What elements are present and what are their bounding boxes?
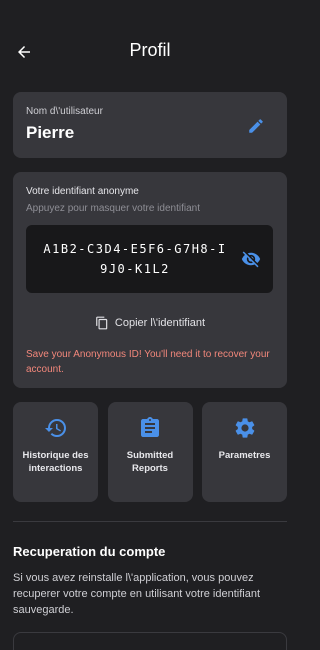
username-value: Pierre xyxy=(26,123,75,142)
tile-history[interactable]: Historique des interactions xyxy=(13,402,98,502)
copy-id-label: Copier l\'identifiant xyxy=(114,317,206,329)
tile-history-label: Historique des interactions xyxy=(22,450,89,474)
anonymous-id-value: A1B2-C3D4-E5F6-G7H8-I9J0-K1L2 xyxy=(43,242,227,276)
tile-submitted-reports[interactable]: Submitted Reports xyxy=(107,402,193,502)
anonymous-id-box[interactable]: A1B2-C3D4-E5F6-G7H8-I9J0-K1L2 xyxy=(26,225,273,293)
anonymous-id-hint: Appuyez pour masquer votre identifiant xyxy=(26,203,200,214)
copy-id-button[interactable]: Copier l\'identifiant xyxy=(13,314,287,332)
shortcut-tiles: Historique des interactions Submitted Re… xyxy=(13,402,287,502)
copy-icon xyxy=(96,316,108,330)
tile-settings-label: Parametres xyxy=(218,450,271,461)
anonymous-id-title: Votre identifiant anonyme xyxy=(26,186,139,197)
edit-username-button[interactable] xyxy=(245,115,267,137)
eye-off-icon xyxy=(241,251,261,268)
history-icon xyxy=(44,419,66,437)
toggle-id-visibility-button[interactable] xyxy=(241,249,261,269)
gear-icon xyxy=(235,418,254,438)
app-header: Profil xyxy=(0,0,300,100)
page-title: Profil xyxy=(129,40,171,60)
pencil-icon xyxy=(249,119,263,133)
tile-settings[interactable]: Parametres xyxy=(202,402,287,502)
anonymous-id-card: Votre identifiant anonyme Appuyez pour m… xyxy=(13,172,287,388)
username-card: Nom d\'utilisateur Pierre xyxy=(13,92,287,158)
recovery-input-card[interactable] xyxy=(13,632,287,650)
recovery-text: Si vous avez reinstalle l\'application, … xyxy=(13,572,261,616)
section-divider xyxy=(13,521,287,522)
clipboard-icon xyxy=(141,417,159,437)
recovery-title: Recuperation du compte xyxy=(13,544,166,559)
username-label: Nom d\'utilisateur xyxy=(26,106,103,117)
save-id-warning: Save your Anonymous ID! You'll need it t… xyxy=(26,349,270,375)
tile-submitted-reports-label: Submitted Reports xyxy=(126,450,174,474)
